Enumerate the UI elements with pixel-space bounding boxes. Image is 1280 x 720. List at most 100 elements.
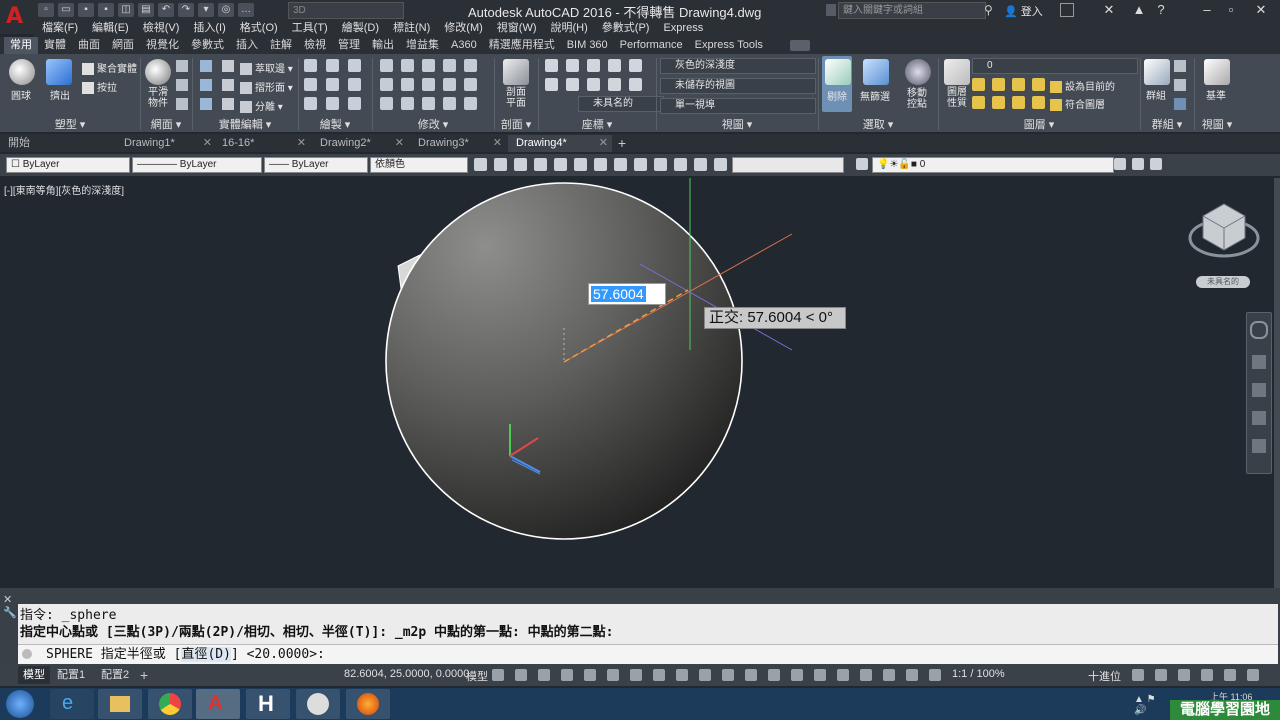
units-setting[interactable]: 十進位 — [1088, 668, 1121, 684]
panel-title[interactable]: 實體編輯 ▾ — [192, 116, 298, 131]
cart-icon[interactable] — [1060, 3, 1074, 17]
ribbon-tab[interactable]: 曲面 — [72, 37, 106, 54]
ribbon-tab[interactable]: 增益集 — [400, 37, 445, 54]
status-toggle-icon[interactable] — [883, 669, 895, 681]
panel-title[interactable]: 剖面 ▾ — [494, 116, 538, 131]
panel-title[interactable]: 視圖 ▾ — [1194, 116, 1240, 131]
panel-title[interactable]: 視圖 ▾ — [656, 116, 818, 131]
firefox-app-icon[interactable] — [346, 689, 390, 719]
menu-item[interactable]: 檢視(V) — [143, 20, 180, 37]
status-toggle-icon[interactable] — [745, 669, 757, 681]
status-toggle-icon[interactable] — [699, 669, 711, 681]
dynamic-input-field[interactable]: 57.6004 — [588, 283, 666, 305]
status-toggle-icon[interactable] — [791, 669, 803, 681]
save-icon[interactable]: ▪ — [78, 3, 94, 17]
ellipsis-icon[interactable]: … — [238, 3, 254, 17]
view-toolbar-icon[interactable] — [534, 158, 547, 171]
status-toggle-icon[interactable] — [561, 669, 573, 681]
menu-item[interactable]: 視窗(W) — [497, 20, 537, 37]
status-toggle-icon[interactable] — [860, 669, 872, 681]
menu-item[interactable]: 編輯(E) — [92, 20, 129, 37]
autocad-app-icon[interactable]: A — [196, 689, 240, 719]
document-tab[interactable]: Drawing1* ✕ — [116, 135, 216, 152]
layout-tab[interactable]: 模型 — [18, 666, 50, 684]
pan-icon[interactable] — [1252, 355, 1266, 369]
color-combo[interactable]: ☐ ByLayer — [6, 157, 130, 173]
status-tool-icon[interactable] — [1201, 669, 1213, 681]
menu-item[interactable]: 標註(N) — [393, 20, 430, 37]
coordinates-display[interactable]: 82.6004, 25.0000, 0.0000 — [344, 668, 469, 680]
panel-title[interactable]: 繪製 ▾ — [298, 116, 372, 131]
command-recent-icon[interactable] — [22, 649, 32, 659]
view-toolbar-icon[interactable] — [654, 158, 667, 171]
make-current-icon[interactable] — [1114, 158, 1126, 170]
ribbon-tab[interactable]: 實體 — [38, 37, 72, 54]
status-toggle-icon[interactable] — [607, 669, 619, 681]
panel-title[interactable]: 座標 ▾ — [538, 116, 656, 131]
command-grip[interactable]: ✕ 🔧 — [3, 594, 17, 634]
close-tab-icon[interactable]: ✕ — [493, 135, 502, 152]
viewcube[interactable] — [1188, 203, 1260, 258]
menu-item[interactable]: 工具(T) — [292, 20, 328, 37]
orbit-icon[interactable] — [1252, 411, 1266, 425]
menu-item[interactable]: 插入(I) — [193, 20, 225, 37]
document-tab[interactable]: Drawing3* ✕ — [410, 135, 506, 152]
status-tool-icon[interactable] — [1247, 669, 1259, 681]
application-menu-button[interactable]: A — [0, 0, 34, 34]
status-tool-icon[interactable] — [1178, 669, 1190, 681]
view-toolbar-icon[interactable] — [674, 158, 687, 171]
help-icon[interactable]: ? — [1150, 0, 1172, 20]
status-toggle-icon[interactable] — [515, 669, 527, 681]
chrome-app-icon[interactable] — [148, 689, 192, 719]
panel-title[interactable]: 塑型 ▾ — [0, 116, 140, 131]
ribbon-tab[interactable]: 管理 — [332, 37, 366, 54]
status-toggle-icon[interactable] — [584, 669, 596, 681]
status-tool-icon[interactable] — [1224, 669, 1236, 681]
share-icon[interactable]: ◎ — [218, 3, 234, 17]
start-button[interactable] — [6, 690, 34, 718]
maximize-button[interactable]: ▫ — [1220, 0, 1242, 20]
arrow-icon[interactable]: ▾ — [198, 3, 214, 17]
undo-icon[interactable]: ↶ — [158, 3, 174, 17]
ribbon-tab[interactable]: Express Tools — [689, 37, 769, 54]
ribbon-tab[interactable]: 精選應用程式 — [483, 37, 561, 54]
ribbon-tab[interactable]: A360 — [445, 37, 483, 54]
linetype-combo[interactable]: ———— ByLayer — [132, 157, 262, 173]
new-icon[interactable]: ▫ — [38, 3, 54, 17]
status-toggle-icon[interactable] — [768, 669, 780, 681]
status-toggle-icon[interactable] — [676, 669, 688, 681]
prompt-option-diameter[interactable]: 直徑(D) — [181, 647, 231, 662]
toolbar-layer-combo[interactable]: 💡☀🔓■ 0 — [872, 157, 1114, 173]
a360-icon[interactable]: ▲ — [1128, 0, 1150, 20]
document-tab[interactable]: 16-16* ✕ — [214, 135, 310, 152]
open-icon[interactable]: ▭ — [58, 3, 74, 17]
document-tab[interactable]: Drawing2* ✕ — [312, 135, 408, 152]
close-icon[interactable]: ✕ — [3, 594, 15, 607]
close-tab-icon[interactable]: ✕ — [297, 135, 306, 152]
login-button[interactable]: 👤 登入 — [1004, 3, 1043, 19]
status-toggle-icon[interactable] — [630, 669, 642, 681]
view-toolbar-icon[interactable] — [614, 158, 627, 171]
menu-item[interactable]: 檔案(F) — [42, 20, 78, 37]
command-input[interactable]: SPHERE 指定半徑或 [直徑(D)] <20.0000>: — [18, 644, 1278, 665]
ribbon-tab[interactable]: Performance — [614, 37, 689, 54]
close-tab-icon[interactable]: ✕ — [599, 135, 608, 152]
status-toggle-icon[interactable] — [929, 669, 941, 681]
status-tool-icon[interactable] — [1132, 669, 1144, 681]
ribbon-tab[interactable]: 插入 — [230, 37, 264, 54]
new-tab-button[interactable]: + — [614, 135, 630, 151]
model-space-canvas[interactable] — [0, 178, 1274, 588]
exchange-icon[interactable]: ✕ — [1098, 0, 1120, 20]
steering-wheel-icon[interactable] — [1250, 321, 1268, 339]
view-toolbar-icon[interactable] — [494, 158, 507, 171]
view-toolbar-icon[interactable] — [474, 158, 487, 171]
workspace-combo[interactable]: 3D — [288, 2, 404, 19]
redo-icon[interactable]: ↷ — [178, 3, 194, 17]
minimize-button[interactable]: – — [1196, 0, 1218, 20]
ribbon-tab[interactable]: 檢視 — [298, 37, 332, 54]
saveas-icon[interactable]: ▪ — [98, 3, 114, 17]
panel-title[interactable]: 圖層 ▾ — [938, 116, 1140, 131]
system-tray[interactable]: ▲ ⚑ 🔊 — [1134, 694, 1170, 716]
view-toolbar-icon[interactable] — [694, 158, 707, 171]
menu-item[interactable]: 格式(O) — [240, 20, 278, 37]
